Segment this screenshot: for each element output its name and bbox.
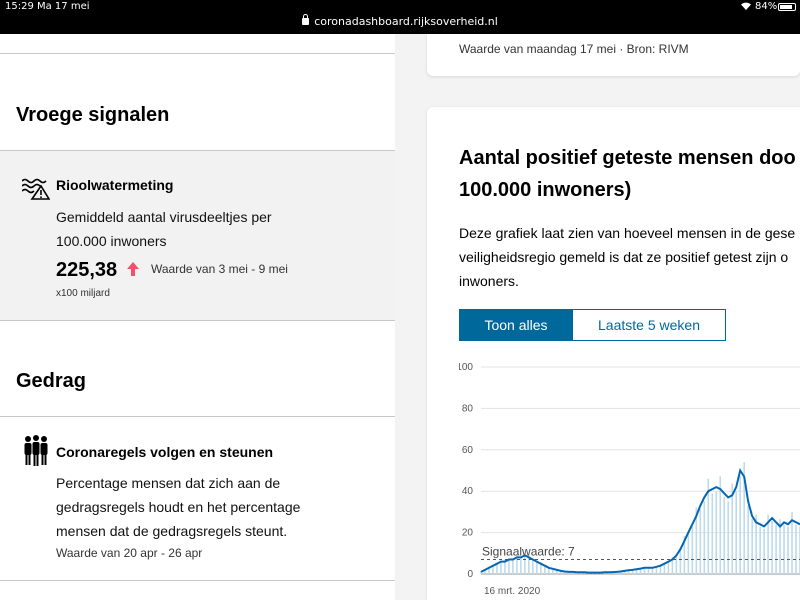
group-people-icon	[23, 435, 49, 471]
y-tick-label: 60	[462, 445, 474, 456]
date: Ma 17 mei	[37, 1, 90, 12]
metric-description: gedragsregels houdt en het percentage	[56, 499, 301, 515]
daily-bar	[547, 568, 550, 574]
y-tick-label: 0	[467, 569, 473, 580]
card-description-line: inwoners.	[459, 273, 519, 289]
y-tick-label: 100	[459, 362, 473, 373]
daily-bar	[508, 560, 510, 574]
arrow-up-icon	[126, 261, 140, 277]
daily-bar	[723, 497, 726, 574]
divider	[0, 580, 395, 581]
daily-bar	[703, 501, 706, 574]
daily-bar	[643, 568, 646, 574]
daily-bar	[663, 564, 666, 574]
metric-period: Waarde van 20 apr - 26 apr	[56, 546, 203, 560]
daily-bar	[727, 501, 730, 574]
battery-percentage: 84%	[755, 1, 778, 12]
positive-tests-chart[interactable]: 020406080100Signaalwaarde: 716 mrt. 2020	[459, 359, 800, 600]
daily-bar	[675, 556, 678, 574]
daily-bar	[500, 562, 502, 574]
y-tick-label: 80	[462, 403, 474, 414]
source-meta: Waarde van maandag 17 mei · Bron: RIVM	[459, 42, 689, 56]
metric-description: mensen dat de gedragsregels steunt.	[56, 523, 288, 539]
daily-bar	[667, 562, 670, 574]
daily-bar	[496, 564, 498, 574]
metric-title[interactable]: Coronaregels volgen en steunen	[56, 444, 273, 460]
metric-unit: x100 miljard	[56, 288, 110, 299]
metric-description: Percentage mensen dat zich aan de	[56, 475, 281, 491]
card-description: Deze grafiek laat zien van hoeveel mense…	[459, 221, 795, 293]
card-title: Aantal positief geteste mensen doo 100.0…	[459, 142, 796, 206]
daily-bar	[691, 526, 694, 574]
status-bar: 15:29 Ma 17 mei coronadashboard.rijksove…	[0, 0, 800, 34]
daily-bar	[544, 566, 546, 574]
sidebar: Vroege signalen Rioolwatermeting Gemidde…	[0, 34, 395, 600]
daily-bar	[783, 524, 785, 574]
time-range-tabs: Toon alles Laatste 5 weken	[459, 309, 726, 341]
divider	[0, 416, 395, 417]
metric-value: 225,38	[56, 259, 118, 281]
card-title-line: 100.000 inwoners)	[459, 179, 632, 201]
daily-bar	[655, 567, 658, 574]
x-tick-label: 16 mrt. 2020	[484, 586, 541, 597]
daily-bar	[536, 562, 538, 574]
card-description-line: veiligheidsregio gemeld is dat ze positi…	[459, 249, 789, 265]
address-bar[interactable]: coronadashboard.rijksoverheid.nl	[0, 14, 800, 28]
daily-bar	[763, 528, 765, 574]
battery-icon	[778, 3, 796, 11]
metric-description: Gemiddeld aantal virusdeeltjes per	[56, 209, 272, 225]
wifi-icon	[740, 1, 752, 14]
daily-bar	[787, 526, 789, 574]
daily-bar	[532, 560, 534, 574]
daily-bar	[731, 483, 734, 574]
daily-bar	[711, 493, 714, 574]
daily-bar	[771, 520, 773, 574]
daily-bar	[512, 560, 514, 574]
y-tick-label: 20	[462, 528, 474, 539]
daily-bar	[759, 526, 761, 574]
daily-bar	[524, 556, 526, 574]
daily-bar	[751, 518, 753, 574]
y-tick-label: 40	[462, 486, 474, 497]
battery-fill	[780, 5, 792, 9]
previous-card: Waarde van maandag 17 mei · Bron: RIVM	[427, 34, 800, 76]
card-description-line: Deze grafiek laat zien van hoeveel mense…	[459, 225, 796, 241]
section-heading-behaviour: Gedrag	[16, 370, 87, 392]
section-heading-early-signals: Vroege signalen	[16, 104, 170, 126]
positive-tests-card: Aantal positief geteste mensen doo 100.0…	[427, 107, 800, 600]
daily-bar	[520, 558, 522, 574]
daily-bar	[735, 491, 737, 574]
daily-bar	[715, 491, 718, 574]
metric-title: Rioolwatermeting	[56, 177, 174, 193]
daily-bar	[687, 534, 690, 574]
metric-period: Waarde van 3 mei - 9 mei	[151, 262, 288, 276]
daily-bar	[747, 505, 749, 574]
card-title-line: Aantal positief geteste mensen doo	[459, 147, 796, 169]
daily-bar	[679, 550, 682, 574]
lock-icon	[302, 14, 310, 25]
daily-bar	[651, 568, 654, 574]
daily-bar	[775, 524, 777, 574]
divider	[0, 53, 395, 54]
tab-last-5-weeks[interactable]: Laatste 5 weken	[573, 309, 726, 341]
tab-show-all[interactable]: Toon alles	[459, 309, 573, 341]
clock: 15:29	[5, 1, 34, 12]
url-text: coronadashboard.rijksoverheid.nl	[314, 15, 498, 28]
daily-bar	[699, 509, 702, 574]
sewer-water-icon	[21, 178, 51, 204]
daily-bar	[795, 524, 797, 574]
metric-description: 100.000 inwoners	[56, 233, 167, 249]
